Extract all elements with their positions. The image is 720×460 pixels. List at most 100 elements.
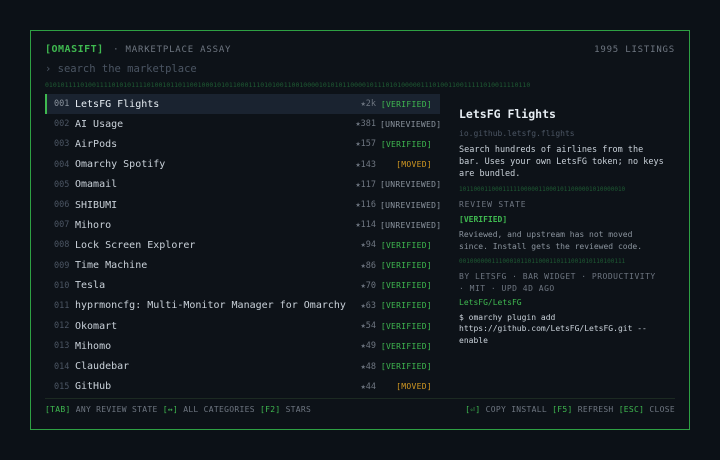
item-number: 006 — [54, 200, 70, 211]
item-badge: [VERIFIED] — [380, 240, 432, 250]
repo-link[interactable]: LetsFG/LetsFG — [459, 297, 664, 309]
item-name: Time Machine — [75, 260, 148, 272]
item-stars: ★116 — [355, 200, 376, 211]
detail-title: LetsFG Flights — [459, 107, 556, 121]
list-item[interactable]: 015 GitHub ★44 [MOVED] — [45, 377, 440, 397]
list-item[interactable]: 003 AirPods ★157 [VERIFIED] — [45, 134, 440, 154]
detail-id: io.github.letsfg.flights — [459, 128, 575, 138]
enter-key[interactable]: [⏎] — [465, 405, 480, 414]
detail-binary-2: 0010000001110001011011000110111001010110… — [459, 258, 626, 265]
list-item[interactable]: 001 LetsFG Flights ★2k [VERIFIED] — [45, 94, 440, 115]
item-badge: [VERIFIED] — [380, 99, 432, 109]
item-stars: ★157 — [355, 139, 376, 150]
item-name: Omarchy Spotify — [75, 159, 166, 171]
list-item[interactable]: 012 Okomart ★54 [VERIFIED] — [45, 316, 440, 336]
item-name: LetsFG Flights — [75, 98, 160, 110]
item-number: 013 — [54, 341, 70, 352]
search-input[interactable]: › search the marketplace — [45, 63, 197, 75]
item-stars: ★48 — [360, 361, 376, 372]
item-number: 004 — [54, 159, 70, 170]
item-badge: [UNREVIEWED] — [380, 220, 442, 230]
arrows-key-label: ALL CATEGORIES — [183, 405, 255, 414]
binary-divider: 0101011110100111101010111101001011011001… — [45, 81, 531, 89]
item-stars: ★70 — [360, 280, 376, 291]
item-number: 009 — [54, 260, 70, 271]
list-item[interactable]: 005 Omamail ★117 [UNREVIEWED] — [45, 175, 442, 195]
review-state-label: REVIEW STATE — [459, 200, 527, 209]
item-badge: [VERIFIED] — [380, 301, 432, 311]
item-number: 010 — [54, 280, 70, 291]
item-name: AI Usage — [75, 118, 124, 130]
item-badge: [VERIFIED] — [380, 362, 432, 372]
esc-key-label: CLOSE — [649, 405, 675, 414]
list-item[interactable]: 014 Claudebar ★48 [VERIFIED] — [45, 356, 440, 376]
title-bar: [OMASIFT] · MARKETPLACE ASSAY 1995 LISTI… — [45, 44, 675, 58]
list-item[interactable]: 008 Lock Screen Explorer ★94 [VERIFIED] — [45, 235, 440, 255]
arrows-key[interactable]: [↔] — [163, 405, 178, 414]
enter-key-label: COPY INSTALL — [485, 405, 548, 414]
install-command[interactable]: $ omarchy plugin add https://github.com/… — [459, 312, 664, 347]
item-name: hyprmoncfg: Multi-Monitor Manager for Om… — [75, 300, 346, 312]
f5-key-label: REFRESH — [577, 405, 614, 414]
list-item[interactable]: 004 Omarchy Spotify ★143 [MOVED] — [45, 155, 440, 175]
item-badge: [UNREVIEWED] — [380, 180, 442, 190]
list-item[interactable]: 007 Mihoro ★114 [UNREVIEWED] — [45, 215, 442, 235]
marketplace-window: [OMASIFT] · MARKETPLACE ASSAY 1995 LISTI… — [30, 30, 690, 430]
item-name: SHIBUMI — [75, 199, 118, 211]
item-number: 007 — [54, 220, 70, 231]
list-item[interactable]: 002 AI Usage ★381 [UNREVIEWED] — [45, 114, 442, 134]
item-stars: ★86 — [360, 260, 376, 271]
item-badge: [VERIFIED] — [380, 321, 432, 331]
item-number: 001 — [54, 99, 70, 110]
detail-description: Search hundreds of airlines from the bar… — [459, 145, 664, 179]
list-item[interactable]: 010 Tesla ★70 [VERIFIED] — [45, 276, 440, 296]
f2-key[interactable]: [F2] — [260, 405, 280, 414]
item-stars: ★94 — [360, 240, 376, 251]
item-stars: ★117 — [355, 179, 376, 190]
list-item[interactable]: 009 Time Machine ★86 [VERIFIED] — [45, 256, 440, 276]
item-number: 005 — [54, 179, 70, 190]
review-state-value: [VERIFIED] — [459, 214, 508, 224]
item-badge: [UNREVIEWED] — [380, 200, 442, 210]
list-item[interactable]: 006 SHIBUMI ★116 [UNREVIEWED] — [45, 195, 442, 215]
item-badge: [UNREVIEWED] — [380, 119, 442, 129]
item-badge: [VERIFIED] — [380, 281, 432, 291]
item-badge: [VERIFIED] — [380, 139, 432, 149]
item-number: 014 — [54, 361, 70, 372]
item-badge: [VERIFIED] — [380, 341, 432, 351]
item-name: Omamail — [75, 179, 118, 191]
item-number: 015 — [54, 381, 70, 392]
item-stars: ★2k — [360, 99, 376, 110]
item-badge: [VERIFIED] — [380, 261, 432, 271]
listing-list: 001 LetsFG Flights ★2k [VERIFIED] 002 AI Usag… — [45, 94, 442, 397]
review-note: Reviewed, and upstream has not moved sin… — [459, 230, 643, 251]
list-item[interactable]: 011 hyprmoncfg: Multi-Monitor Manager for… — [45, 296, 440, 316]
item-name: Lock Screen Explorer — [75, 239, 196, 251]
app-brand: [OMASIFT] — [45, 44, 104, 55]
tab-key-label: ANY REVIEW STATE — [75, 405, 158, 414]
item-name: Claudebar — [75, 361, 130, 373]
list-item[interactable]: 013 Mihomo ★49 [VERIFIED] — [45, 336, 440, 356]
f2-key-label: STARS — [285, 405, 312, 414]
item-name: GitHub — [75, 381, 112, 393]
footer-divider — [45, 398, 675, 399]
detail-meta: BY LETSFG · BAR WIDGET · PRODUCTIVITY · … — [459, 272, 656, 293]
detail-binary-1: 1011000110001111100000110001011000001010… — [459, 186, 626, 193]
item-stars: ★381 — [355, 119, 376, 130]
item-number: 003 — [54, 139, 70, 150]
detail-panel: LetsFG Flights io.github.letsfg.flights … — [459, 107, 664, 347]
f5-key[interactable]: [F5] — [552, 405, 572, 414]
item-name: Tesla — [75, 280, 106, 292]
item-stars: ★44 — [360, 381, 376, 392]
item-name: Okomart — [75, 320, 118, 332]
item-name: Mihomo — [75, 340, 112, 352]
item-stars: ★143 — [355, 159, 376, 170]
esc-key[interactable]: [ESC] — [619, 405, 645, 414]
app-subtitle: · MARKETPLACE ASSAY — [113, 45, 232, 55]
listing-count: 1995 LISTINGS — [594, 45, 675, 55]
item-stars: ★54 — [360, 321, 376, 332]
item-badge: [MOVED] — [396, 160, 432, 170]
item-name: Mihoro — [75, 219, 112, 231]
tab-key[interactable]: [TAB] — [45, 405, 71, 414]
item-number: 012 — [54, 321, 70, 332]
